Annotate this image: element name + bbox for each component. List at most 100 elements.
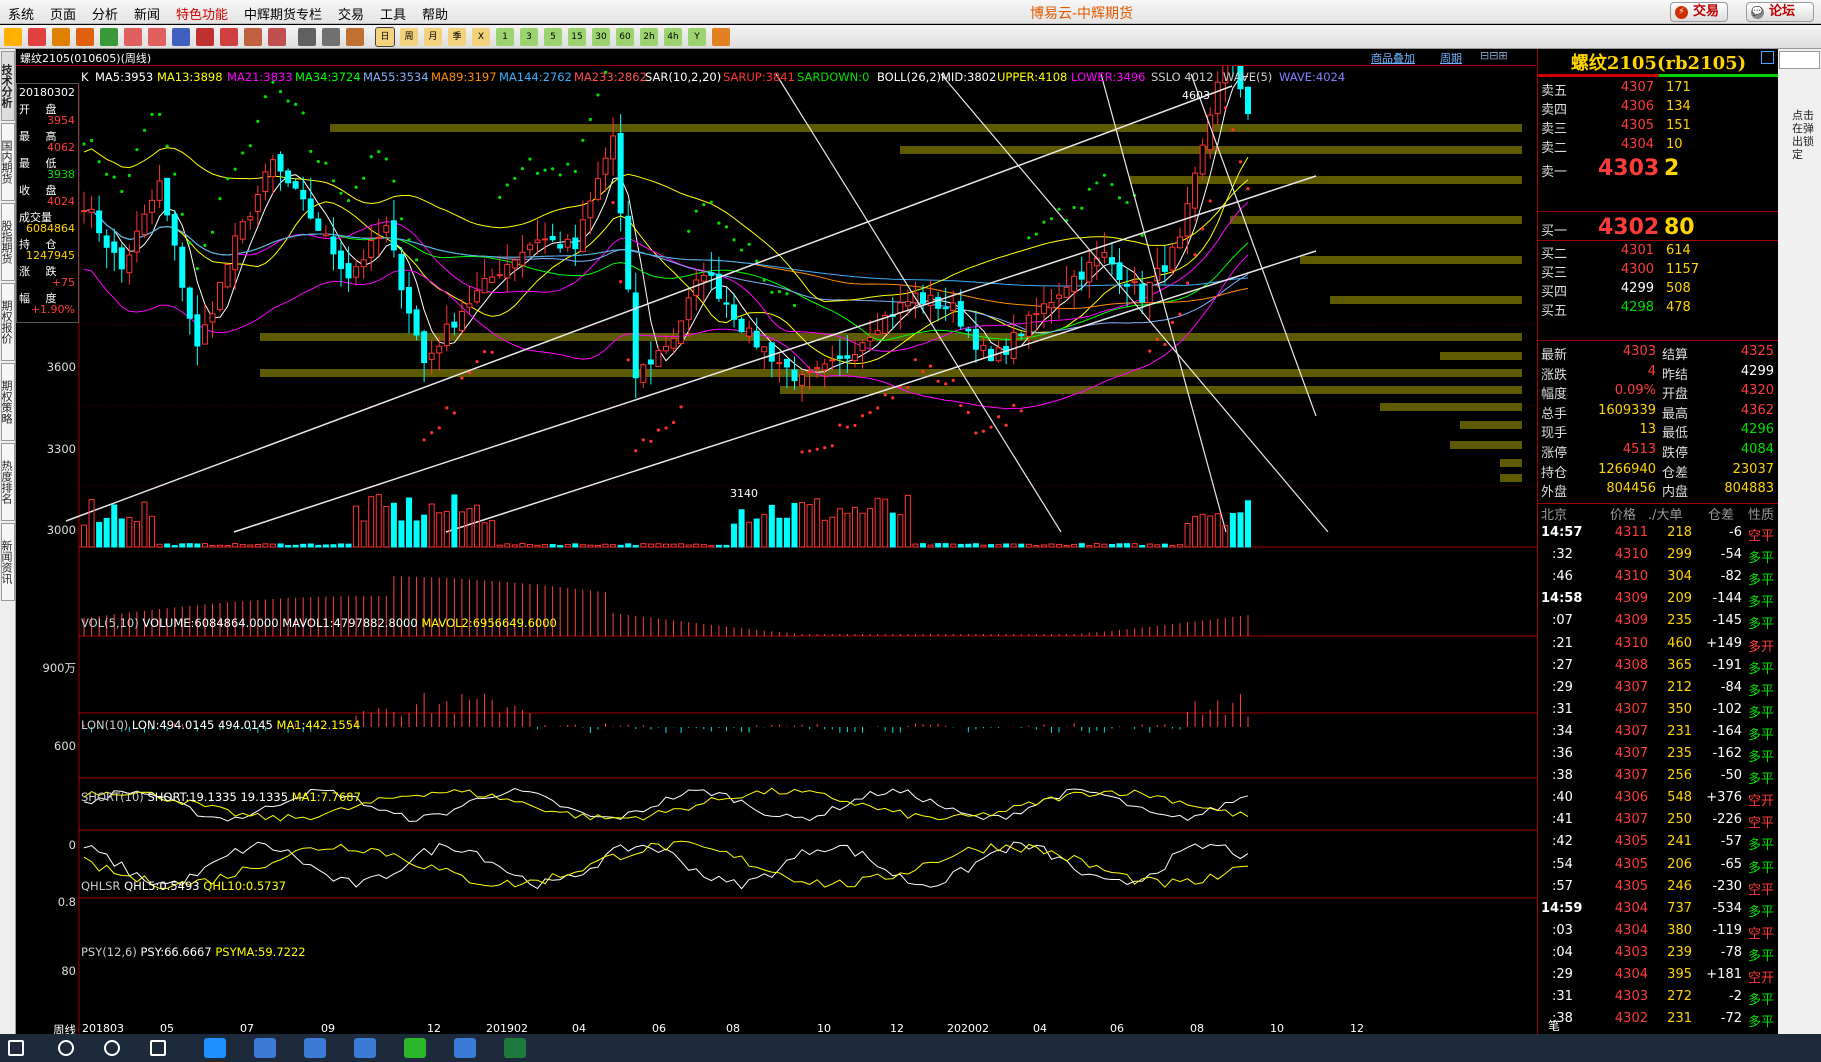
marker-icon[interactable] <box>244 28 262 46</box>
volume-bar <box>451 494 458 548</box>
menu-zhonghui-column[interactable]: 中辉期货专栏 <box>244 4 322 23</box>
30min-icon[interactable]: 30 <box>592 28 610 46</box>
menu-analysis[interactable]: 分析 <box>92 4 118 23</box>
paint-icon[interactable] <box>220 28 238 46</box>
wechat-icon[interactable] <box>404 1038 426 1058</box>
task-view-icon[interactable] <box>150 1040 166 1056</box>
panel-collapse-icon[interactable] <box>1779 51 1820 69</box>
bid1-row[interactable]: 买一 4302 80 <box>1538 215 1779 240</box>
left-tab-3[interactable]: 期权报价 <box>0 283 15 361</box>
menu-trade[interactable]: 交易 <box>338 4 364 23</box>
tick-volume: 395 <box>1667 967 1692 982</box>
2h-icon[interactable]: 2h <box>640 28 658 46</box>
menu-features[interactable]: 特色功能 <box>176 4 228 23</box>
sar-dot <box>422 438 426 442</box>
volume-bar <box>504 543 511 548</box>
5min-icon[interactable]: 5 <box>544 28 562 46</box>
volume-bar <box>239 544 246 548</box>
4h-icon[interactable]: 4h <box>664 28 682 46</box>
table-icon[interactable] <box>298 28 316 46</box>
candle-body <box>1116 262 1123 280</box>
trade-icon: ⚡ <box>1675 6 1688 19</box>
app3-icon[interactable] <box>354 1038 376 1058</box>
video-icon[interactable] <box>76 28 94 46</box>
ask-row[interactable]: 卖二 4304 10 <box>1538 137 1779 156</box>
season-icon[interactable]: 季 <box>448 28 466 46</box>
price-label-3600: 3600 <box>46 360 76 374</box>
15min-icon[interactable]: 15 <box>568 28 586 46</box>
left-tab-6[interactable]: 新闻资讯 <box>0 523 15 601</box>
1min-icon[interactable]: 1 <box>496 28 514 46</box>
volume-bar <box>1093 543 1100 548</box>
trade-button-label: 交易 <box>1693 4 1720 19</box>
60min-icon[interactable]: 60 <box>616 28 634 46</box>
trade-button[interactable]: ⚡ 交易 <box>1670 2 1729 22</box>
sar-dot <box>188 241 192 245</box>
tick-icon[interactable] <box>346 28 364 46</box>
left-tab-0[interactable]: 技术分析 <box>0 51 15 121</box>
multi-window-icon[interactable] <box>172 28 190 46</box>
month-icon[interactable]: 月 <box>424 28 442 46</box>
stat-label: 内盘 <box>1662 485 1689 501</box>
x-tick-label: 06 <box>1110 1022 1124 1035</box>
left-tab-1[interactable]: 国内期货 <box>0 123 15 201</box>
app2-icon[interactable] <box>304 1038 326 1058</box>
day-icon[interactable]: 日 <box>375 27 395 47</box>
view-switch-icon[interactable]: ⊟⊟⊞ <box>1480 49 1508 62</box>
period-link[interactable]: 周期 <box>1440 50 1462 66</box>
forum-button[interactable]: 💬 论坛 <box>1746 2 1814 22</box>
overlay-link[interactable]: 商品叠加 <box>1371 50 1415 66</box>
year-icon[interactable]: X <box>472 28 490 46</box>
volume-bar <box>285 545 292 548</box>
ie-icon[interactable] <box>204 1038 226 1058</box>
volume-bar <box>269 543 276 548</box>
ask-row[interactable]: 卖三 4305 151 <box>1538 118 1779 137</box>
tick-volume: 548 <box>1667 790 1692 806</box>
zoom-out-icon[interactable] <box>148 28 166 46</box>
start-icon[interactable] <box>8 1040 24 1056</box>
menu-tools[interactable]: 工具 <box>380 4 406 23</box>
menu-news[interactable]: 新闻 <box>134 4 160 23</box>
search-icon[interactable] <box>58 1040 74 1056</box>
bid-row[interactable]: 买三 4300 1157 <box>1538 262 1779 281</box>
candle-body <box>572 237 579 250</box>
menu-help[interactable]: 帮助 <box>422 4 448 23</box>
lock-hint-line: 定 <box>1792 148 1803 161</box>
3min-icon[interactable]: 3 <box>520 28 538 46</box>
tick-price: 4311 <box>1614 525 1648 540</box>
bid-row[interactable]: 买四 4299 508 <box>1538 281 1779 300</box>
ask-row[interactable]: 卖五 4307 171 <box>1538 80 1779 99</box>
sar-dot <box>974 431 978 435</box>
ask-row[interactable]: 卖四 4306 134 <box>1538 99 1779 118</box>
volume-bar <box>549 544 556 548</box>
cortana-icon[interactable] <box>104 1040 120 1056</box>
sar-dot <box>301 111 305 115</box>
bid-row[interactable]: 买五 4298 478 <box>1538 300 1779 319</box>
tick-time: 14:58 <box>1541 591 1583 607</box>
list-icon[interactable] <box>322 28 340 46</box>
app4-icon[interactable] <box>454 1038 476 1058</box>
moving-average-line <box>83 209 1249 287</box>
app1-icon[interactable] <box>254 1038 276 1058</box>
bid-row[interactable]: 买二 4301 614 <box>1538 243 1779 262</box>
left-tab-4[interactable]: 期权策略 <box>0 363 15 441</box>
ind-ma55: MA55:3534 <box>363 70 429 84</box>
quote-price: 4299 <box>1620 281 1654 296</box>
candle-body <box>670 338 677 349</box>
draw-icon[interactable] <box>268 28 286 46</box>
zoom-in-icon[interactable] <box>124 28 142 46</box>
left-tab-5[interactable]: 热度排名 <box>0 443 15 521</box>
quote-label: 买二 <box>1541 247 1568 262</box>
excel-icon[interactable] <box>504 1038 526 1058</box>
tick-time: :27 <box>1552 657 1573 673</box>
week-icon[interactable]: 周 <box>400 28 418 46</box>
calendar-icon[interactable] <box>712 28 730 46</box>
ask1-row[interactable]: 卖一 4303 2 <box>1538 156 1779 181</box>
quote-restore-icon[interactable] <box>1761 51 1774 64</box>
pen-icon[interactable] <box>196 28 214 46</box>
y-icon[interactable]: Y <box>688 28 706 46</box>
x-tick-label: 10 <box>1270 1022 1284 1035</box>
left-tab-2[interactable]: 股指期货 <box>0 203 15 281</box>
refresh-icon[interactable] <box>100 28 118 46</box>
right-lock-tab[interactable]: 点击 在弹 出锁 定 <box>1778 49 1821 1034</box>
